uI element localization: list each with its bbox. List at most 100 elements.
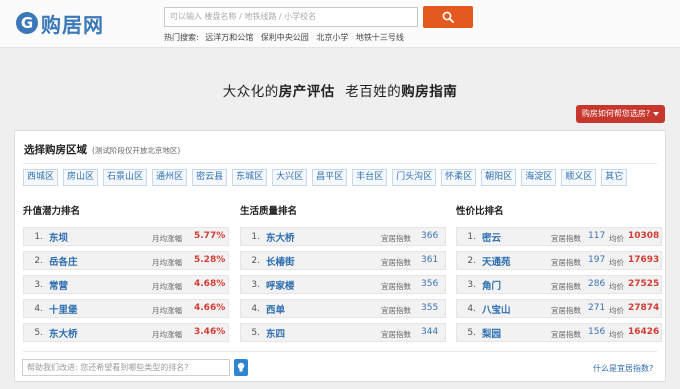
- area-name[interactable]: 天通苑: [482, 254, 511, 268]
- livability-index-help-link[interactable]: 什么是宜居指数?: [593, 363, 653, 374]
- area-name[interactable]: 角门: [482, 278, 501, 292]
- district-tab[interactable]: 顺义区: [561, 169, 597, 186]
- metric-label: 月均涨幅: [152, 330, 182, 339]
- ranking-list: 1. 密云 宜居指数 117 均价 10308 2. 天通苑 宜居指数 197 …: [456, 227, 662, 342]
- area-name[interactable]: 十里堡: [49, 302, 78, 316]
- site-logo[interactable]: G 购居网: [16, 10, 104, 37]
- area-name[interactable]: 东大桥: [49, 326, 78, 340]
- area-name[interactable]: 东坝: [49, 230, 68, 244]
- metric-value: 4.68%: [194, 279, 226, 289]
- metric-value: 361: [421, 255, 439, 265]
- hot-searches: 热门搜索: 远洋万和公馆 保利中央公园 北京小学 地铁十三号线: [164, 32, 409, 43]
- search-input[interactable]: 可以输入 楼盘名称 / 地铁线路 / 小学校名: [164, 7, 418, 27]
- ranking-row[interactable]: 2. 岳各庄 月均涨幅 5.28%: [23, 251, 229, 270]
- metric-value: 197: [588, 255, 606, 265]
- hot-link[interactable]: 北京小学: [316, 33, 348, 42]
- metric-value: 271: [588, 303, 606, 313]
- price-label: 均价: [609, 330, 624, 339]
- area-name[interactable]: 八宝山: [482, 302, 511, 316]
- metric-label: 宜居指数: [551, 234, 581, 243]
- search-button[interactable]: [423, 6, 473, 28]
- district-tab[interactable]: 大兴区: [272, 169, 308, 186]
- metric-value: 344: [421, 327, 439, 337]
- divider: [23, 163, 657, 164]
- feedback-submit-button[interactable]: [234, 359, 248, 376]
- district-tab[interactable]: 门头沟区: [392, 169, 437, 186]
- site-header: G 购居网 可以输入 楼盘名称 / 地铁线路 / 小学校名 热门搜索: 远洋万和…: [0, 0, 680, 48]
- area-name[interactable]: 梨园: [482, 326, 501, 340]
- price-value: 27874: [628, 303, 660, 313]
- ranking-list: 1. 东大桥 宜居指数 366 2. 长椿街 宜居指数 361 3. 呼家楼 宜…: [240, 227, 446, 342]
- area-name[interactable]: 东四: [266, 326, 285, 340]
- district-tab[interactable]: 朝阳区: [481, 169, 517, 186]
- district-tab[interactable]: 怀柔区: [441, 169, 477, 186]
- metric-value: 5.77%: [194, 231, 226, 241]
- ranking-row[interactable]: 4. 西单 宜居指数 355: [240, 299, 446, 318]
- ranking-column-appreciation: 升值潜力排名 1. 东坝 月均涨幅 5.77% 2. 岳各庄 月均涨幅 5.28…: [23, 205, 229, 347]
- rank-number: 5.: [251, 327, 260, 338]
- area-name[interactable]: 岳各庄: [49, 254, 78, 268]
- district-tab[interactable]: 昌平区: [312, 169, 348, 186]
- rank-number: 1.: [467, 231, 476, 242]
- ranking-row[interactable]: 5. 梨园 宜居指数 156 均价 16426: [456, 323, 662, 342]
- district-tab[interactable]: 西城区: [23, 169, 59, 186]
- lightbulb-icon: [237, 362, 245, 372]
- caret-down-icon: [653, 111, 660, 116]
- ranking-row[interactable]: 3. 常营 月均涨幅 4.68%: [23, 275, 229, 294]
- rank-number: 5.: [34, 327, 43, 338]
- district-tab[interactable]: 丰台区: [352, 169, 388, 186]
- rank-number: 4.: [34, 303, 43, 314]
- hot-link[interactable]: 远洋万和公馆: [205, 33, 253, 42]
- area-name[interactable]: 常营: [49, 278, 68, 292]
- logo-badge: G: [16, 12, 38, 34]
- metric-value: 156: [588, 327, 606, 337]
- area-name[interactable]: 西单: [266, 302, 285, 316]
- district-tab[interactable]: 海淀区: [521, 169, 557, 186]
- district-tab[interactable]: 密云县: [192, 169, 228, 186]
- area-name[interactable]: 密云: [482, 230, 501, 244]
- ranking-row[interactable]: 3. 角门 宜居指数 286 均价 27525: [456, 275, 662, 294]
- ranking-row[interactable]: 2. 长椿街 宜居指数 361: [240, 251, 446, 270]
- ranking-row[interactable]: 1. 东坝 月均涨幅 5.77%: [23, 227, 229, 246]
- hot-link[interactable]: 地铁十三号线: [356, 33, 404, 42]
- metric-label: 宜居指数: [551, 306, 581, 315]
- panel-title-text: 选择购房区域: [24, 144, 87, 156]
- district-tab[interactable]: 石景山区: [103, 169, 148, 186]
- ranking-panel: 选择购房区域 (测试阶段仅开放北京地区) 西城区 房山区 石景山区 通州区 密云县…: [14, 130, 666, 382]
- district-tab[interactable]: 东城区: [232, 169, 268, 186]
- help-dropdown-button[interactable]: 购房如何帮您选房?: [576, 105, 665, 123]
- rank-number: 4.: [467, 303, 476, 314]
- slogan-part: 大众化的: [222, 84, 279, 100]
- price-value: 17693: [628, 255, 660, 265]
- rank-number: 3.: [467, 279, 476, 290]
- district-tab[interactable]: 通州区: [152, 169, 188, 186]
- ranking-row[interactable]: 4. 八宝山 宜居指数 271 均价 27874: [456, 299, 662, 318]
- rank-number: 2.: [251, 255, 260, 266]
- ranking-row[interactable]: 1. 密云 宜居指数 117 均价 10308: [456, 227, 662, 246]
- feedback-input[interactable]: 帮助我们改进: 您还希望看到哪些类型的排名?: [22, 359, 230, 376]
- metric-label: 宜居指数: [551, 330, 581, 339]
- metric-label: 宜居指数: [551, 282, 581, 291]
- area-name[interactable]: 呼家楼: [266, 278, 295, 292]
- metric-value: 366: [421, 231, 439, 241]
- ranking-row[interactable]: 2. 天通苑 宜居指数 197 均价 17693: [456, 251, 662, 270]
- panel-note: (测试阶段仅开放北京地区): [92, 146, 181, 155]
- metric-value: 3.46%: [194, 327, 226, 337]
- district-tab[interactable]: 其它: [601, 169, 628, 186]
- slogan-part: 房产评估: [278, 84, 335, 100]
- search-icon: [442, 11, 454, 23]
- area-name[interactable]: 长椿街: [266, 254, 295, 268]
- district-tab[interactable]: 房山区: [63, 169, 99, 186]
- ranking-row[interactable]: 5. 东四 宜居指数 344: [240, 323, 446, 342]
- metric-label: 月均涨幅: [152, 258, 182, 267]
- metric-value: 356: [421, 279, 439, 289]
- ranking-column-value: 性价比排名 1. 密云 宜居指数 117 均价 10308 2. 天通苑 宜居指…: [456, 205, 662, 347]
- hot-link[interactable]: 保利中央公园: [261, 33, 309, 42]
- ranking-row[interactable]: 4. 十里堡 月均涨幅 4.66%: [23, 299, 229, 318]
- price-value: 16426: [628, 327, 660, 337]
- area-name[interactable]: 东大桥: [266, 230, 295, 244]
- ranking-row[interactable]: 5. 东大桥 月均涨幅 3.46%: [23, 323, 229, 342]
- ranking-row[interactable]: 3. 呼家楼 宜居指数 356: [240, 275, 446, 294]
- ranking-row[interactable]: 1. 东大桥 宜居指数 366: [240, 227, 446, 246]
- rank-number: 2.: [467, 255, 476, 266]
